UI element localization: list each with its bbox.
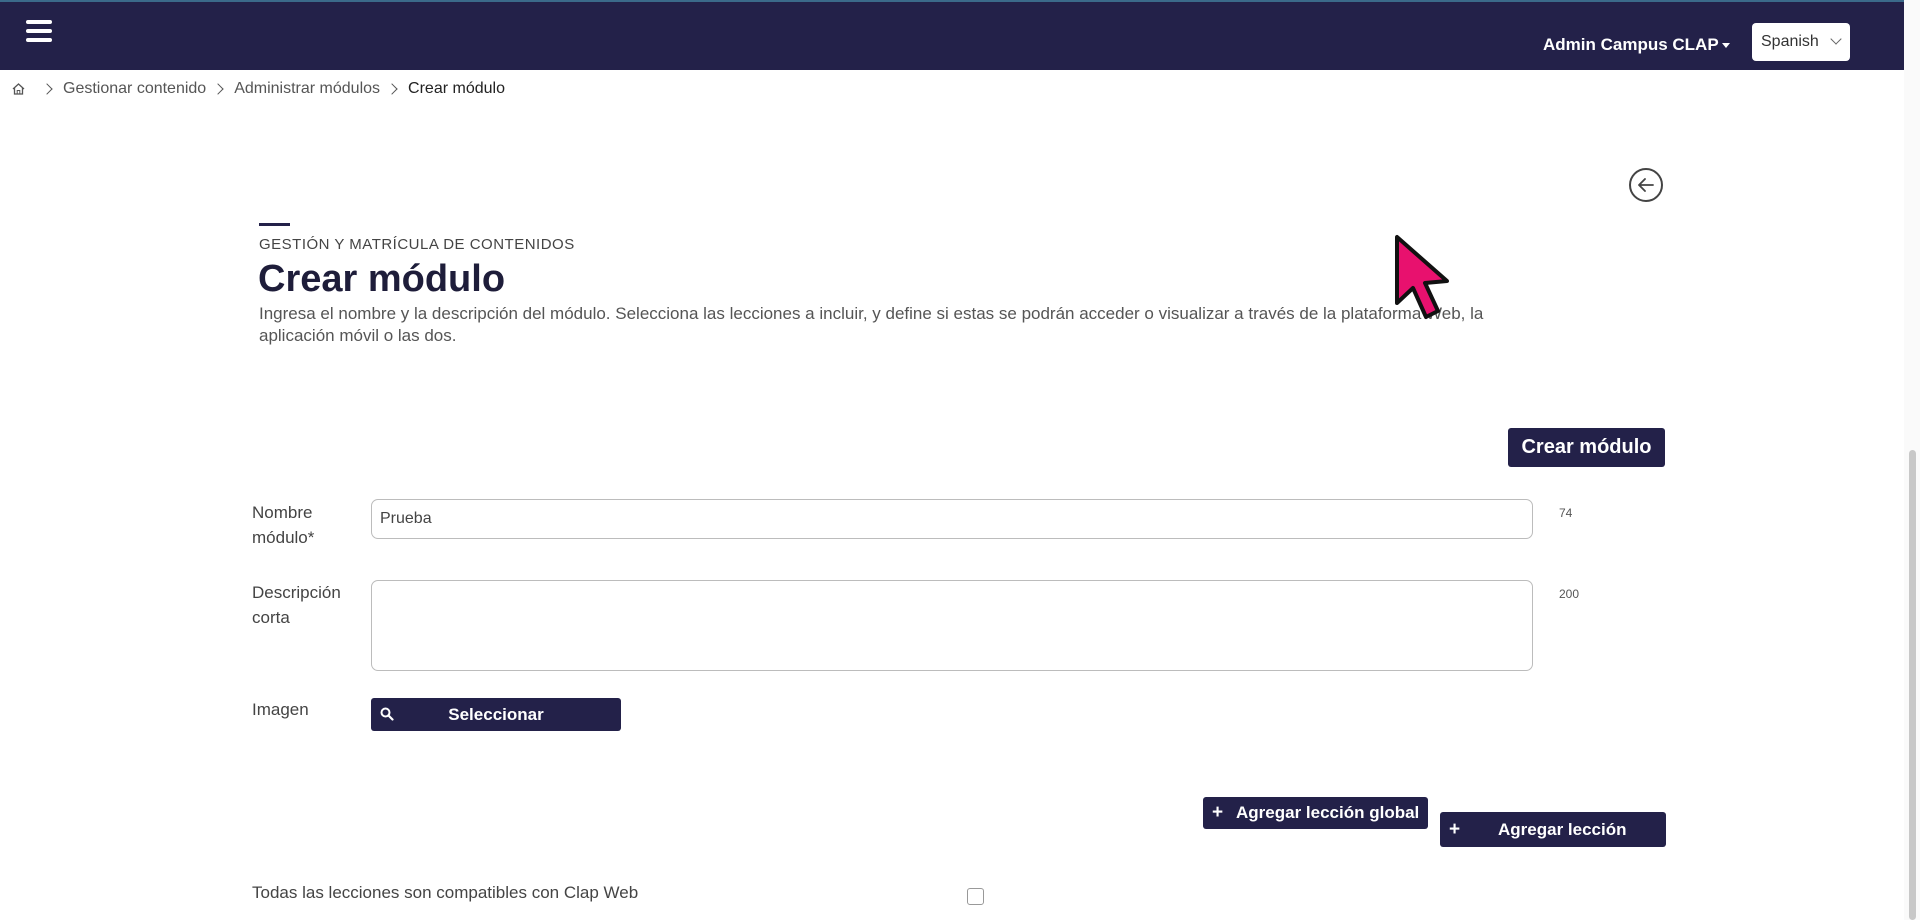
hamburger-menu-icon[interactable] xyxy=(26,20,52,46)
search-icon xyxy=(380,707,394,721)
mouse-cursor-icon xyxy=(1395,235,1449,319)
plus-icon: + xyxy=(1212,802,1224,823)
description-char-counter: 200 xyxy=(1559,587,1580,601)
chevron-right-icon xyxy=(41,83,53,95)
web-compat-checkbox[interactable] xyxy=(967,888,984,905)
add-global-lesson-label: Agregar lección global xyxy=(1236,803,1420,822)
breadcrumb: Gestionar contenido Administrar módulos … xyxy=(12,80,505,98)
add-global-lesson-button[interactable]: + Agregar lección global xyxy=(1203,797,1428,829)
language-select[interactable]: Spanish xyxy=(1752,23,1850,61)
name-label: Nombre módulo* xyxy=(252,503,315,547)
chevron-right-icon xyxy=(212,83,224,95)
module-name-input[interactable] xyxy=(371,499,1533,539)
back-button[interactable] xyxy=(1629,168,1663,202)
add-lesson-button[interactable]: + Agregar lección xyxy=(1440,812,1666,847)
page-title: Crear módulo xyxy=(258,258,506,300)
user-menu[interactable]: Admin Campus CLAP xyxy=(1543,35,1730,55)
page-eyebrow: GESTIÓN Y MATRÍCULA DE CONTENIDOS xyxy=(259,236,575,253)
user-name: Admin Campus CLAP xyxy=(1543,35,1719,54)
arrow-left-icon xyxy=(1638,178,1654,192)
chevron-right-icon xyxy=(386,83,398,95)
title-accent-bar xyxy=(259,223,290,226)
select-image-button[interactable]: Seleccionar xyxy=(371,698,621,731)
description-textarea[interactable] xyxy=(371,580,1533,671)
scrollbar-thumb[interactable] xyxy=(1909,450,1916,920)
breadcrumb-item-content[interactable]: Gestionar contenido xyxy=(63,80,206,98)
image-label: Imagen xyxy=(252,700,309,719)
select-image-label: Seleccionar xyxy=(448,705,544,724)
chevron-down-icon xyxy=(1830,33,1842,45)
web-compat-label: Todas las lecciones son compatibles con … xyxy=(252,883,639,902)
add-lesson-label: Agregar lección xyxy=(1498,820,1627,839)
caret-down-icon xyxy=(1721,43,1730,49)
breadcrumb-current: Crear módulo xyxy=(408,80,505,97)
create-module-button[interactable]: Crear módulo xyxy=(1508,428,1665,467)
language-value: Spanish xyxy=(1761,33,1819,50)
home-icon[interactable] xyxy=(12,83,25,95)
top-navbar: Admin Campus CLAP Spanish xyxy=(0,0,1904,70)
breadcrumb-item-modules[interactable]: Administrar módulos xyxy=(234,80,380,98)
page-description: Ingresa el nombre y la descripción del m… xyxy=(259,304,1484,345)
plus-icon: + xyxy=(1449,819,1461,840)
description-label: Descripción corta xyxy=(252,583,341,627)
name-char-counter: 74 xyxy=(1559,506,1573,520)
